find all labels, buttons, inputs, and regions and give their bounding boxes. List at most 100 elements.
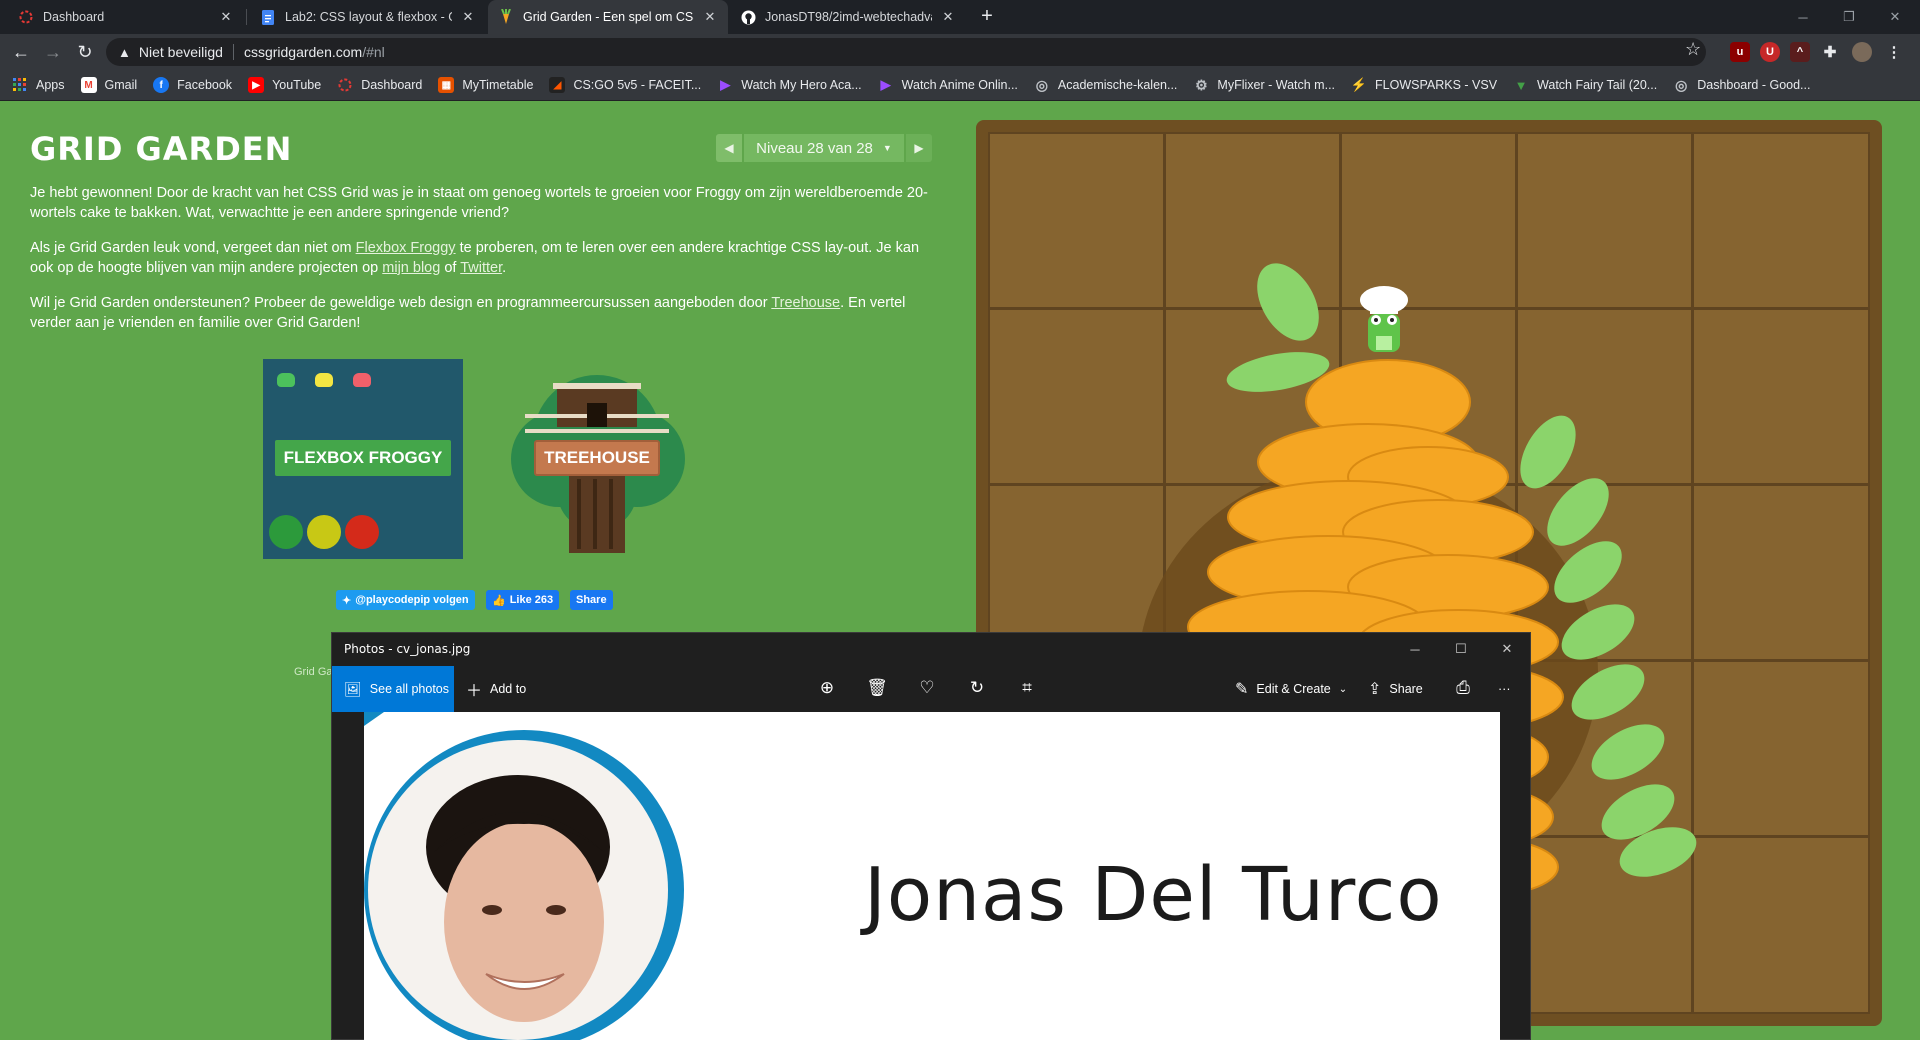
tab-dashboard[interactable]: Dashboard ✕	[8, 0, 244, 34]
bookmark-fairy-tail[interactable]: ▼ Watch Fairy Tail (20...	[1513, 77, 1658, 93]
treehouse-promo[interactable]: TREEHOUSE	[497, 359, 697, 559]
warning-icon: ▲	[118, 44, 131, 60]
tab-strip: Dashboard ✕ Lab2: CSS layout & flexbox -…	[0, 0, 1920, 34]
bookmark-my-hero[interactable]: ▶ Watch My Hero Aca...	[717, 77, 861, 93]
delete-icon[interactable]: 🗑	[866, 678, 888, 698]
menu-icon[interactable]: ⋮	[1884, 42, 1904, 62]
back-button[interactable]: ←	[8, 39, 34, 65]
close-window-button[interactable]: ✕	[1872, 0, 1918, 34]
ublock-icon[interactable]: u	[1730, 42, 1750, 62]
bookmark-star-icon[interactable]: ☆	[1685, 39, 1701, 60]
crop-icon[interactable]: ⌗	[1016, 678, 1038, 698]
gear-icon: ⚙	[1195, 76, 1208, 93]
paragraph-text: Wil je Grid Garden ondersteunen? Probeer…	[30, 295, 772, 311]
heart-icon[interactable]: ♡	[916, 678, 938, 698]
ublock-icon[interactable]: U	[1760, 42, 1780, 62]
bookmark-label: Dashboard - Good...	[1697, 78, 1811, 92]
forward-button[interactable]: →	[40, 39, 66, 65]
restore-button[interactable]: ❐	[1826, 0, 1872, 34]
more-options-button[interactable]: ···	[1498, 666, 1511, 712]
level-selector[interactable]: Niveau 28 van 28 ▼	[744, 134, 904, 162]
edit-create-button[interactable]: ✎ Edit & Create ⌄	[1235, 666, 1347, 712]
print-icon[interactable]: ⎙	[1452, 678, 1474, 698]
bookmark-label: Dashboard	[361, 78, 423, 92]
footer-text: Grid Ga	[294, 666, 333, 678]
tab-title: JonasDT98/2imd-webtechadvanc	[765, 10, 932, 24]
previous-level-button[interactable]: ◀	[716, 134, 742, 162]
twitter-follow-button[interactable]: ✦ @playcodepip volgen	[336, 590, 475, 610]
bookmark-academische[interactable]: ◎ Academische-kalen...	[1034, 77, 1178, 93]
paragraph-text: Als je Grid Garden leuk vond, vergeet da…	[30, 240, 356, 256]
reload-button[interactable]: ↻	[72, 39, 98, 65]
bookmark-facebook[interactable]: f Facebook	[153, 77, 232, 93]
bookmark-anime[interactable]: ▶ Watch Anime Onlin...	[878, 77, 1018, 93]
flowsparks-icon: ⚡	[1350, 77, 1368, 92]
edit-create-label: Edit & Create	[1256, 682, 1331, 696]
blog-link[interactable]: mijn blog	[382, 260, 440, 276]
new-tab-button[interactable]: +	[975, 5, 999, 29]
bookmark-label: Watch My Hero Aca...	[741, 78, 862, 92]
bookmark-myflixer[interactable]: ⚙ MyFlixer - Watch m...	[1193, 77, 1335, 93]
timetable-icon: ▦	[438, 77, 455, 93]
extension-icon[interactable]: ^	[1790, 42, 1810, 62]
bookmark-goodhabitz[interactable]: ◎ Dashboard - Good...	[1673, 77, 1810, 93]
close-icon[interactable]: ✕	[702, 9, 718, 25]
facebook-like-button[interactable]: 👍 Like 263	[486, 590, 560, 610]
close-icon[interactable]: ✕	[218, 9, 234, 25]
tab-github[interactable]: JonasDT98/2imd-webtechadvanc ✕	[730, 0, 966, 34]
youtube-icon: ▶	[248, 77, 265, 93]
flexbox-froggy-promo[interactable]: FLEXBOX FROGGY	[263, 359, 463, 559]
see-all-photos-button[interactable]: 🖼 See all photos	[332, 666, 454, 712]
faceit-icon: ◢	[549, 77, 566, 93]
twitter-bird-icon: ✦	[342, 594, 352, 607]
level-label: Niveau 28 van 28	[756, 139, 873, 157]
close-icon[interactable]: ✕	[940, 9, 956, 25]
puzzle-icon[interactable]: ✚	[1820, 42, 1840, 62]
globe-icon: ◎	[1035, 76, 1049, 93]
bookmark-apps[interactable]: Apps	[12, 77, 65, 93]
tab-title: Lab2: CSS layout & flexbox - Goo	[285, 10, 452, 24]
bookmark-faceit[interactable]: ◢ CS:GO 5v5 - FACEIT...	[549, 77, 701, 93]
next-level-button[interactable]: ▶	[906, 134, 932, 162]
twitter-link[interactable]: Twitter	[460, 260, 502, 276]
minimize-button[interactable]: ─	[1392, 633, 1438, 665]
bookmark-mytimetable[interactable]: ▦ MyTimetable	[438, 77, 533, 93]
profile-avatar[interactable]	[1852, 42, 1872, 62]
bookmark-label: MyTimetable	[462, 78, 534, 92]
bookmark-label: YouTube	[272, 78, 322, 92]
bookmark-gmail[interactable]: M Gmail	[80, 77, 137, 93]
add-to-button[interactable]: ＋ Add to	[466, 666, 526, 712]
treehouse-label: TREEHOUSE	[534, 440, 660, 476]
security-label[interactable]: Niet beveiligd	[139, 44, 223, 60]
circle-red-icon	[18, 9, 34, 25]
tab-grid-garden[interactable]: Grid Garden - Een spel om CSS G ✕	[488, 0, 728, 34]
photos-toolbar: 🖼 See all photos ＋ Add to ⊕ 🗑 ♡ ↻ ⌗ ✎ Edit …	[332, 666, 1530, 712]
close-window-button[interactable]: ✕	[1484, 633, 1530, 665]
tab-lab2[interactable]: Lab2: CSS layout & flexbox - Goo ✕	[250, 0, 486, 34]
maximize-button[interactable]: ☐	[1438, 633, 1484, 665]
bookmark-dashboard[interactable]: Dashboard	[337, 77, 422, 93]
cv-name-heading: Jonas Del Turco	[864, 852, 1443, 938]
share-button[interactable]: ⇪ Share	[1368, 666, 1423, 712]
rotate-icon[interactable]: ↻	[966, 678, 988, 698]
bookmark-flowsparks[interactable]: ⚡ FLOWSPARKS - VSV	[1351, 77, 1497, 93]
flexbox-froggy-link[interactable]: Flexbox Froggy	[356, 240, 456, 256]
share-label: Share	[1389, 682, 1423, 696]
gmail-icon: M	[80, 77, 97, 93]
address-bar[interactable]: ▲ Niet beveiligd cssgridgarden.com/#nl	[106, 38, 1706, 66]
zoom-in-icon[interactable]: ⊕	[816, 678, 838, 698]
close-icon[interactable]: ✕	[460, 9, 476, 25]
photo-canvas: Jonas Del Turco	[364, 712, 1500, 1040]
circle-red-icon	[337, 77, 353, 93]
treehouse-link[interactable]: Treehouse	[771, 295, 840, 311]
facebook-share-button[interactable]: Share	[570, 590, 613, 610]
bookmark-label: FLOWSPARKS - VSV	[1375, 78, 1498, 92]
bookmark-label: Academische-kalen...	[1057, 78, 1178, 92]
edit-icon: ✎	[1235, 681, 1249, 698]
play-purple-icon: ▶	[720, 77, 731, 92]
minimize-button[interactable]: ─	[1780, 0, 1826, 34]
bookmark-youtube[interactable]: ▶ YouTube	[248, 77, 321, 93]
bookmark-label: Watch Fairy Tail (20...	[1537, 78, 1658, 92]
tab-separator	[246, 9, 247, 25]
bookmark-label: Facebook	[177, 78, 233, 92]
